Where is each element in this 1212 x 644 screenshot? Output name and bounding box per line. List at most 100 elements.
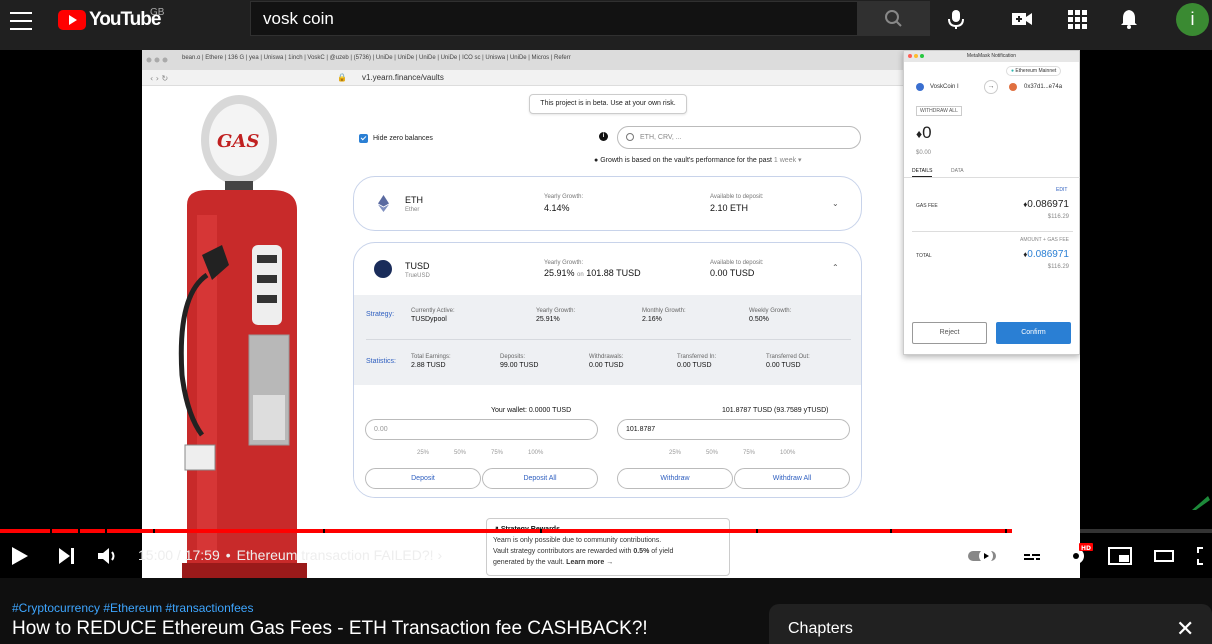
play-icon[interactable] — [10, 545, 30, 567]
masthead: YouTube GB vosk coin i — [0, 0, 1212, 50]
tab-details[interactable]: DETAILS — [912, 168, 933, 177]
next-icon[interactable] — [57, 545, 77, 567]
reject-button[interactable]: Reject — [912, 322, 987, 344]
metamask-tabs: DETAILS DATA — [904, 165, 1080, 178]
yearly-growth-label: Yearly Growth: — [544, 260, 584, 266]
youtube-logo[interactable]: YouTube GB — [58, 7, 164, 31]
vault-card-eth[interactable]: ETH Ether Yearly Growth: 4.14% Available… — [353, 176, 862, 231]
deposit-pct-100[interactable]: 100% — [528, 450, 543, 456]
info-icon[interactable]: i — [599, 132, 608, 141]
deposit-all-button[interactable]: Deposit All — [482, 468, 598, 489]
currently-active-label: Currently Active: — [411, 308, 455, 314]
transferred-out-label: Transferred Out: — [766, 354, 810, 360]
gas-fee-value: ♦0.086971 — [1023, 199, 1069, 210]
autoplay-toggle-icon[interactable] — [966, 545, 1000, 567]
available-value: 2.10 ETH — [710, 203, 749, 213]
chapter-marker — [78, 529, 80, 533]
edit-link[interactable]: EDIT — [1056, 187, 1067, 193]
beta-notice: This project is in beta. Use at your own… — [529, 94, 687, 114]
chapters-panel: Chapters ✕ — [769, 604, 1212, 644]
window-controls-icon — [146, 57, 168, 63]
apps-grid-icon[interactable] — [1066, 8, 1088, 30]
search-icon — [885, 10, 902, 27]
settings-gear-icon[interactable]: HD — [1064, 541, 1094, 563]
yearly-growth-label: Yearly Growth: — [536, 308, 576, 314]
lock-icon: 🔒 — [337, 73, 347, 82]
withdraw-pct-100[interactable]: 100% — [780, 450, 795, 456]
avatar[interactable]: i — [1176, 3, 1209, 36]
available-label: Available to deposit: — [710, 260, 764, 266]
total-usd: $116.29 — [1047, 264, 1069, 270]
chapter-marker — [756, 529, 758, 533]
vault-details: Strategy: Currently Active: TUSDypool Ye… — [354, 295, 861, 497]
microphone-icon[interactable] — [945, 8, 967, 30]
channel-watermark-icon[interactable] — [1188, 492, 1212, 512]
wallet-balance: Your wallet: 0.0000 TUSD — [491, 407, 572, 414]
withdraw-pct-50[interactable]: 50% — [706, 450, 718, 456]
chapter-title[interactable]: Ethereum transaction FAILED?! — [237, 547, 434, 563]
learn-more-link[interactable]: Learn more → — [566, 559, 613, 566]
withdraw-pct-25[interactable]: 25% — [669, 450, 681, 456]
svg-text:HD: HD — [1081, 545, 1091, 552]
volume-icon[interactable] — [96, 545, 118, 567]
deposit-pct-50[interactable]: 50% — [454, 450, 466, 456]
vault-token-sub: TrueUSD — [405, 273, 430, 279]
vault-token-sub: Ether — [405, 207, 420, 213]
youtube-play-icon — [58, 10, 86, 30]
yearly-growth-value: 25.91% — [536, 316, 560, 323]
withdraw-amount-input[interactable]: 101.8787 — [617, 419, 850, 440]
video-player[interactable]: bean.o | Ethere | 136 G | yea | Uniswa |… — [0, 50, 1212, 578]
chevron-up-icon[interactable]: ⌃ — [832, 263, 839, 272]
confirm-button[interactable]: Confirm — [996, 322, 1071, 344]
arrow-right-icon: → — [984, 80, 998, 94]
network-badge[interactable]: ● Ethereum Mainnet — [1006, 66, 1062, 76]
divider — [912, 231, 1073, 232]
fullscreen-icon[interactable] — [1196, 545, 1212, 567]
withdraw-all-button[interactable]: Withdraw All — [734, 468, 850, 489]
chevron-down-icon: ▾ — [798, 157, 802, 164]
country-code: GB — [150, 7, 165, 18]
vault-card-tusd[interactable]: TUSD TrueUSD Yearly Growth: 25.91% on 10… — [353, 242, 862, 498]
deposit-pct-75[interactable]: 75% — [491, 450, 503, 456]
total-label: TOTAL — [916, 253, 932, 259]
chevron-right-icon[interactable]: › — [437, 547, 442, 563]
withdraw-button[interactable]: Withdraw — [617, 468, 733, 489]
create-video-icon[interactable] — [1011, 8, 1033, 30]
yearly-growth-value: 25.91% on 101.88 TUSD — [544, 268, 641, 278]
deposit-pct-25[interactable]: 25% — [417, 450, 429, 456]
theater-mode-icon[interactable] — [1153, 545, 1177, 567]
vault-search-input[interactable]: ETH, CRV, ... — [617, 126, 861, 149]
deposit-button[interactable]: Deposit — [365, 468, 481, 489]
action-badge: WITHDRAW ALL — [916, 106, 962, 116]
hide-zero-toggle[interactable]: Hide zero balances — [359, 134, 433, 143]
checkbox-icon[interactable] — [359, 134, 368, 143]
statistics-label: Statistics: — [366, 358, 396, 365]
transferred-out-value: 0.00 TUSD — [766, 362, 801, 369]
available-value: 0.00 TUSD — [710, 268, 755, 278]
rewards-body-1: Yearn is only possible due to community … — [493, 537, 662, 544]
monthly-growth-value: 2.16% — [642, 316, 662, 323]
hashtags[interactable]: #Cryptocurrency #Ethereum #transactionfe… — [12, 601, 253, 615]
growth-period-select[interactable]: 1 week — [774, 157, 796, 164]
browser-nav-icons: ‹ › ↻ — [150, 74, 168, 83]
notifications-bell-icon[interactable] — [1118, 8, 1140, 30]
vault-balance: 101.8787 TUSD (93.7589 yTUSD) — [722, 407, 829, 414]
deposit-amount-input[interactable]: 0.00 — [365, 419, 598, 440]
available-label: Available to deposit: — [710, 194, 764, 200]
close-icon[interactable]: ✕ — [1176, 616, 1194, 642]
currently-active-value: TUSDypool — [411, 316, 447, 323]
deposits-value: 99.00 TUSD — [500, 362, 539, 369]
vault-search-placeholder: ETH, CRV, ... — [640, 134, 682, 141]
miniplayer-icon[interactable] — [1107, 545, 1133, 567]
search-input[interactable]: vosk coin — [250, 1, 858, 36]
time-display: 15:00 / 17:59 • Ethereum transaction FAILE… — [138, 547, 443, 563]
progress-bar[interactable] — [0, 529, 1212, 533]
search-button[interactable] — [858, 1, 930, 36]
menu-icon[interactable] — [10, 12, 32, 30]
metamask-title: MetaMask Notification — [966, 53, 1017, 59]
svg-text:GAS: GAS — [217, 131, 259, 152]
chevron-down-icon[interactable]: ⌄ — [832, 199, 839, 208]
subtitles-icon[interactable] — [1020, 545, 1044, 567]
tab-data[interactable]: DATA — [951, 168, 964, 174]
withdraw-pct-75[interactable]: 75% — [743, 450, 755, 456]
